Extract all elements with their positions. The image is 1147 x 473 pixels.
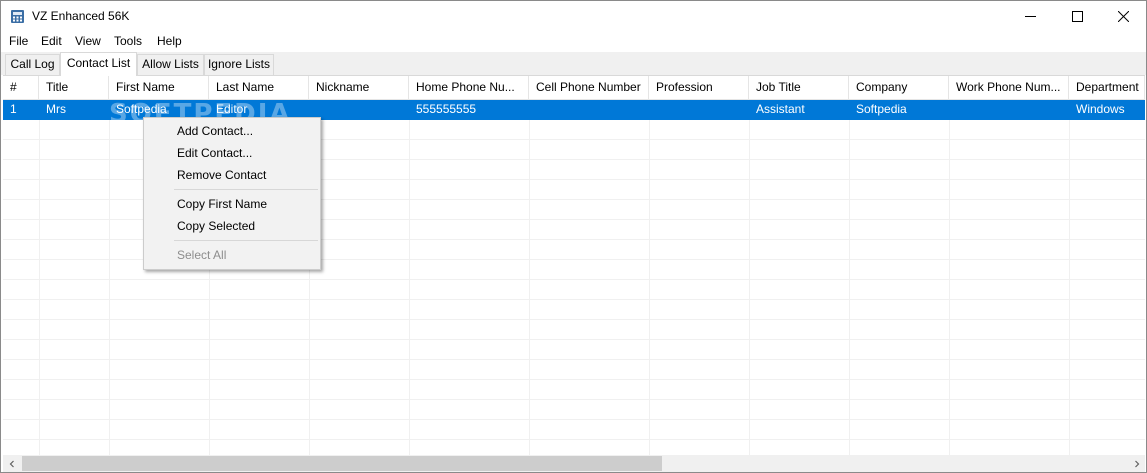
maximize-button[interactable] <box>1054 1 1100 31</box>
cell-nickname <box>309 100 409 120</box>
grid-line <box>3 439 1145 440</box>
menu-item-edit-contact[interactable]: Edit Contact... <box>146 142 318 164</box>
grid-line <box>749 100 750 455</box>
column-header-nickname[interactable]: Nickname <box>309 76 409 100</box>
tab-contact-list[interactable]: Contact List <box>60 52 137 76</box>
grid-line <box>3 279 1145 280</box>
cell-company: Softpedia <box>856 102 907 116</box>
menu-file[interactable]: File <box>9 34 28 48</box>
tab-allow-lists[interactable]: Allow Lists <box>137 54 204 75</box>
menu-item-copy-selected[interactable]: Copy Selected <box>146 215 318 237</box>
grid-line <box>109 100 110 455</box>
cell-title: Mrs <box>46 102 66 116</box>
menu-view[interactable]: View <box>75 34 101 48</box>
window-title: VZ Enhanced 56K <box>32 9 130 23</box>
menu-tools[interactable]: Tools <box>114 34 142 48</box>
scroll-left-button[interactable] <box>3 455 20 472</box>
grid-line <box>3 299 1145 300</box>
grid-line <box>3 379 1145 380</box>
column-header-title[interactable]: Title <box>39 76 109 100</box>
tab-ignore-lists[interactable]: Ignore Lists <box>204 54 274 75</box>
cell-work-phone <box>949 100 1069 120</box>
cell-number: 1 <box>10 102 17 116</box>
column-header-work-phone[interactable]: Work Phone Num... <box>949 76 1069 100</box>
app-window: VZ Enhanced 56K File Edit View Tools Hel… <box>0 0 1147 473</box>
close-button[interactable] <box>1100 1 1146 31</box>
grid-line <box>3 319 1145 320</box>
title-bar[interactable]: VZ Enhanced 56K <box>1 1 1146 32</box>
chevron-right-icon <box>1134 460 1139 467</box>
column-header-first-name[interactable]: First Name <box>109 76 209 100</box>
tab-strip: Call Log Contact List Allow Lists Ignore… <box>1 52 1146 76</box>
chevron-left-icon <box>9 460 14 467</box>
phone-app-icon <box>11 10 24 23</box>
menu-separator <box>174 189 318 190</box>
cell-department: Windows <box>1076 102 1125 116</box>
grid-line <box>39 100 40 455</box>
column-header-department[interactable]: Department <box>1069 76 1145 100</box>
grid-line <box>649 100 650 455</box>
column-header-company[interactable]: Company <box>849 76 949 100</box>
column-header-home-phone[interactable]: Home Phone Nu... <box>409 76 529 100</box>
close-icon <box>1117 10 1129 22</box>
grid-line <box>3 339 1145 340</box>
grid-line <box>409 100 410 455</box>
scroll-thumb[interactable] <box>22 456 662 471</box>
menu-item-select-all: Select All <box>177 248 227 262</box>
maximize-icon <box>1071 10 1083 22</box>
column-header-profession[interactable]: Profession <box>649 76 749 100</box>
tab-call-log[interactable]: Call Log <box>5 54 60 75</box>
cell-home-phone: 555555555 <box>416 102 477 116</box>
grid-line <box>3 359 1145 360</box>
menu-bar: File Edit View Tools Help <box>1 32 1146 52</box>
menu-item-copy-first-name[interactable]: Copy First Name <box>146 193 318 215</box>
grid-line <box>949 100 950 455</box>
grid-line <box>3 419 1145 420</box>
grid-line <box>3 399 1145 400</box>
minimize-button[interactable] <box>1007 1 1053 31</box>
cell-cell-phone <box>529 100 649 120</box>
menu-help[interactable]: Help <box>157 34 182 48</box>
scroll-right-button[interactable] <box>1128 455 1145 472</box>
menu-edit[interactable]: Edit <box>41 34 62 48</box>
menu-item-add-contact[interactable]: Add Contact... <box>146 120 318 142</box>
cell-job-title: Assistant <box>756 102 805 116</box>
minimize-icon <box>1024 15 1036 17</box>
menu-item-remove-contact[interactable]: Remove Contact <box>146 164 318 186</box>
grid-line <box>849 100 850 455</box>
context-menu: Add Contact... Edit Contact... Remove Co… <box>143 117 321 270</box>
cell-profession <box>649 100 749 120</box>
grid-line <box>529 100 530 455</box>
column-header-job-title[interactable]: Job Title <box>749 76 849 100</box>
horizontal-scrollbar[interactable] <box>3 455 1145 472</box>
column-header-cell-phone[interactable]: Cell Phone Number <box>529 76 649 100</box>
column-header-last-name[interactable]: Last Name <box>209 76 309 100</box>
grid-line <box>1069 100 1070 455</box>
column-header-number[interactable]: # <box>3 76 39 100</box>
menu-separator <box>174 240 318 241</box>
